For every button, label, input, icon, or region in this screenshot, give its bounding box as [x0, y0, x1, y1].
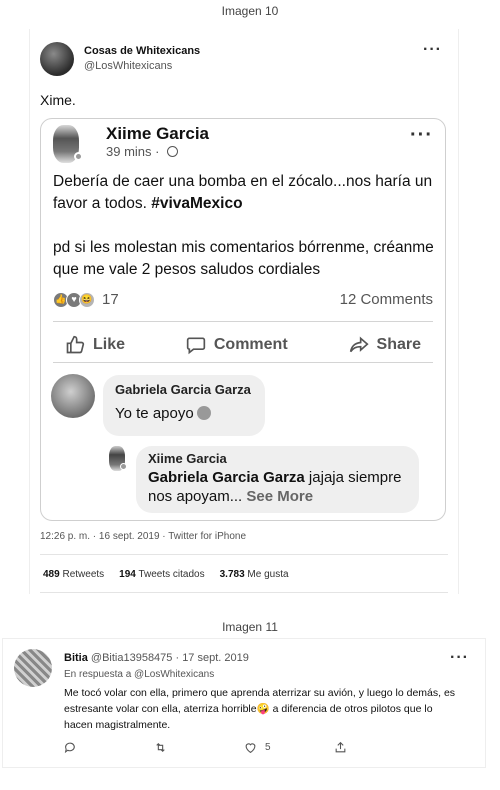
haha-reaction-icon: 😆 — [79, 291, 95, 308]
retweet-icon — [156, 742, 165, 753]
zany-face-emoji-icon: 🤪 — [256, 703, 270, 715]
tweet-author-name[interactable]: Cosas de Whitexicans — [84, 45, 200, 57]
commenter-avatar — [51, 374, 95, 418]
fb-post-time: 39 mins · — [106, 144, 164, 159]
share-label: Share — [376, 336, 421, 353]
avatar[interactable] — [40, 42, 74, 76]
divider — [53, 362, 433, 363]
quote-stat[interactable]: 194 Tweets citados — [119, 569, 204, 580]
reaction-summary: 👍 ♥ 😆 17 — [53, 291, 119, 308]
fb-body-ps: pd si les molestan mis comentarios bórre… — [53, 239, 434, 278]
reply-tweet: Bitia @Bitia13958475 · 17 sept. 2019 ···… — [2, 638, 486, 768]
thumbs-up-icon — [66, 335, 85, 354]
fb-post-meta: 39 mins · — [106, 144, 179, 159]
reply-author-name[interactable]: Bitia — [64, 652, 88, 664]
reply-bubble: Xiime Garcia Gabriela Garcia Garza jajaj… — [136, 446, 419, 513]
globe-icon — [167, 146, 179, 157]
tweet-stats: 489 Retweets 194 Tweets citados 3.783 Me… — [43, 569, 289, 580]
comment-icon — [186, 337, 206, 355]
fb-like-action: Like — [65, 335, 125, 355]
retweet-stat[interactable]: 489 Retweets — [43, 569, 104, 580]
divider — [40, 554, 448, 555]
reply-author-handle-date[interactable]: @Bitia13958475 · 17 sept. 2019 — [91, 652, 249, 664]
comment-bubble: Gabriela Garcia Garza Yo te apoyo — [103, 375, 265, 436]
reply-author-name: Xiime Garcia — [148, 451, 227, 466]
tweet-main: Cosas de Whitexicans @LosWhitexicans ···… — [29, 29, 459, 594]
comment-text: Yo te apoyo — [115, 405, 253, 422]
reply-to-label[interactable]: En respuesta a @LosWhitexicans — [64, 669, 214, 680]
like-button[interactable]: 5 — [244, 741, 334, 754]
image-caption-10: Imagen 10 — [221, 4, 279, 18]
reply-tweet-text: Me tocó volar con ella, primero que apre… — [64, 687, 456, 731]
likes-stat[interactable]: 3.783 Me gusta — [220, 569, 289, 580]
fb-more-icon: ··· — [410, 124, 433, 146]
tweet-author-handle[interactable]: @LosWhitexicans — [84, 60, 172, 72]
laughing-emoji-icon — [196, 406, 211, 420]
commenter-name: Gabriela Garcia Garza — [115, 382, 251, 397]
heart-icon — [245, 743, 256, 754]
reply-button[interactable] — [64, 741, 154, 754]
fb-share-action: Share — [349, 335, 421, 355]
tweet-action-bar: 5 — [64, 741, 424, 754]
reply-icon — [64, 742, 75, 754]
online-status-dot — [120, 463, 127, 470]
fb-action-bar: Like Comment Share — [53, 329, 433, 361]
share-icon — [349, 336, 369, 353]
image-caption-11: Imagen 11 — [222, 620, 278, 634]
comments-count: 12 Comments — [339, 291, 433, 308]
divider — [53, 321, 433, 322]
divider — [40, 592, 448, 593]
retweet-button[interactable] — [154, 741, 244, 754]
like-label: Like — [93, 336, 126, 353]
fb-post-body: Debería de caer una bomba en el zócalo..… — [53, 171, 443, 281]
share-icon — [335, 741, 346, 753]
reply-tweet-header: Bitia @Bitia13958475 · 17 sept. 2019 — [64, 652, 249, 664]
reply-mention: Gabriela Garcia Garza — [148, 469, 305, 486]
tweet-timestamp[interactable]: 12:26 p. m. · 16 sept. 2019 · Twitter fo… — [40, 531, 246, 542]
reply-text: Gabriela Garcia Garza jajaja siempre nos… — [148, 469, 402, 505]
comment-label: Comment — [213, 336, 288, 353]
tweet-text: Xime. — [40, 92, 76, 108]
fb-comment-action: Comment — [186, 335, 288, 355]
reaction-count: 17 — [102, 291, 119, 308]
avatar[interactable] — [14, 649, 52, 687]
more-options-icon[interactable]: ··· — [450, 650, 469, 666]
more-options-icon[interactable]: ··· — [423, 42, 442, 58]
see-more-link: See More — [242, 488, 314, 505]
fb-hashtag: #vivaMexico — [151, 195, 243, 212]
like-count: 5 — [265, 742, 271, 753]
share-button[interactable] — [334, 741, 424, 754]
facebook-post-screenshot: Xiime Garcia 39 mins · ··· Debería de ca… — [40, 118, 446, 521]
fb-author-name: Xiime Garcia — [106, 124, 210, 143]
online-status-dot — [74, 152, 83, 161]
